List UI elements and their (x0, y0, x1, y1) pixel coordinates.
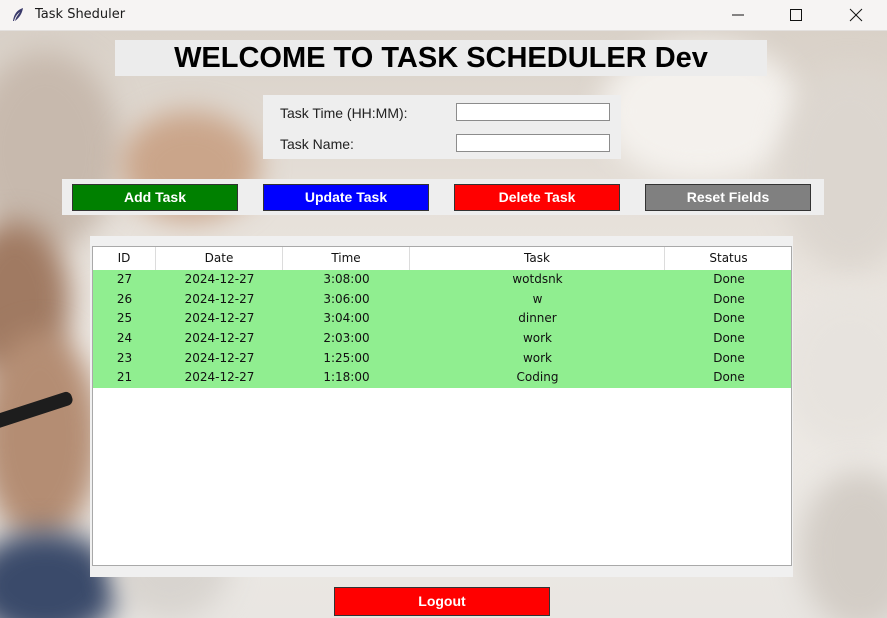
task-name-input[interactable] (456, 134, 610, 152)
cell-task: work (522, 350, 553, 365)
minimize-button[interactable] (715, 0, 761, 30)
table-row[interactable]: 26 2024-12-27 3:06:00 w Done (93, 289, 791, 310)
column-header-status[interactable]: Status (665, 247, 791, 270)
update-task-button[interactable]: Update Task (263, 184, 429, 211)
reset-fields-button[interactable]: Reset Fields (645, 184, 811, 211)
cell-status: Done (713, 331, 745, 346)
maximize-button[interactable] (773, 0, 819, 30)
cell-id: 24 (116, 331, 133, 346)
close-button[interactable] (833, 0, 879, 30)
cell-status: Done (713, 350, 745, 365)
cell-time: 3:04:00 (323, 311, 370, 326)
cell-status: Done (713, 370, 745, 385)
task-table[interactable]: ID Date Time Task Status 27 2024-12-27 3… (92, 246, 792, 566)
cell-task: Coding (516, 370, 559, 385)
page-title: WELCOME TO TASK SCHEDULER Dev (115, 40, 767, 76)
button-bar: Add Task Update Task Delete Task Reset F… (62, 179, 824, 215)
cell-date: 2024-12-27 (184, 311, 255, 326)
task-time-input[interactable] (456, 103, 610, 121)
table-row[interactable]: 27 2024-12-27 3:08:00 wotdsnk Done (93, 270, 791, 290)
cell-time: 1:18:00 (323, 370, 370, 385)
table-body: 27 2024-12-27 3:08:00 wotdsnk Done 26 20… (93, 270, 791, 389)
table-row[interactable]: 25 2024-12-27 3:04:00 dinner Done (93, 309, 791, 330)
cell-time: 1:25:00 (323, 350, 370, 365)
cell-task: wotdsnk (512, 272, 563, 286)
feather-icon (11, 7, 25, 23)
cell-date: 2024-12-27 (184, 291, 255, 306)
add-task-button[interactable]: Add Task (72, 184, 238, 211)
title-bar: Task Sheduler (0, 0, 887, 31)
task-name-label: Task Name: (280, 136, 354, 152)
cell-time: 3:08:00 (323, 272, 370, 286)
table-row[interactable]: 23 2024-12-27 1:25:00 work Done (93, 348, 791, 369)
maximize-icon (790, 9, 802, 21)
window-title: Task Sheduler (35, 7, 126, 22)
table-row[interactable]: 21 2024-12-27 1:18:00 Coding Done (93, 368, 791, 389)
cell-date: 2024-12-27 (184, 331, 255, 346)
cell-date: 2024-12-27 (184, 272, 255, 286)
cell-time: 2:03:00 (323, 331, 370, 346)
cell-id: 25 (116, 311, 133, 326)
close-icon (849, 8, 863, 22)
delete-task-button[interactable]: Delete Task (454, 184, 620, 211)
cell-status: Done (713, 311, 745, 326)
cell-time: 3:06:00 (323, 291, 370, 306)
cell-date: 2024-12-27 (184, 350, 255, 365)
cell-id: 21 (116, 370, 133, 385)
column-header-date[interactable]: Date (156, 247, 283, 270)
task-time-label: Task Time (HH:MM): (280, 105, 408, 121)
minimize-icon (732, 14, 744, 16)
table-header: ID Date Time Task Status (93, 247, 791, 271)
column-header-id[interactable]: ID (93, 247, 156, 270)
table-row[interactable]: 24 2024-12-27 2:03:00 work Done (93, 329, 791, 349)
column-header-task[interactable]: Task (410, 247, 665, 270)
logout-button[interactable]: Logout (334, 587, 550, 616)
cell-status: Done (713, 291, 745, 306)
cell-date: 2024-12-27 (184, 370, 255, 385)
cell-id: 26 (116, 291, 133, 306)
column-header-time[interactable]: Time (283, 247, 410, 270)
task-form: Task Time (HH:MM): Task Name: (263, 95, 621, 159)
cell-task: work (522, 331, 553, 346)
cell-status: Done (713, 272, 745, 286)
cell-id: 23 (116, 350, 133, 365)
cell-id: 27 (116, 272, 133, 286)
cell-task: w (532, 291, 543, 306)
cell-task: dinner (518, 311, 557, 326)
